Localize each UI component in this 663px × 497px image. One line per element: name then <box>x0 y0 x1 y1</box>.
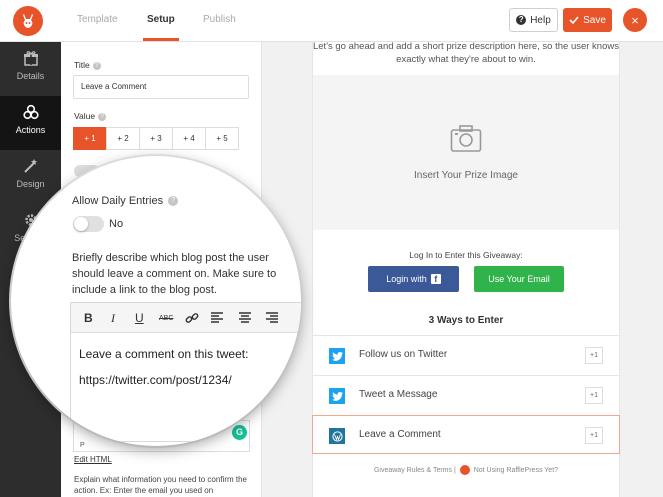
strikethrough-icon[interactable]: ABC <box>159 315 173 322</box>
value-option-5[interactable]: + 5 <box>205 127 239 150</box>
twitter-icon <box>329 388 345 404</box>
entry-points-badge: +1 <box>585 387 603 404</box>
edit-html-link[interactable]: Edit HTML <box>74 455 112 464</box>
ways-to-enter-title: 3 Ways to Enter <box>428 315 504 326</box>
underline-icon[interactable]: U <box>135 311 144 325</box>
help-button[interactable]: ? Help <box>509 8 558 32</box>
rafflepress-logo[interactable] <box>13 6 43 36</box>
gift-icon <box>23 51 38 66</box>
value-option-4[interactable]: + 4 <box>172 127 206 150</box>
align-right-icon[interactable] <box>266 312 278 323</box>
tab-template[interactable]: Template <box>77 14 118 25</box>
save-label: Save <box>583 14 606 26</box>
allow-daily-entries-text: Allow Daily Entries <box>72 195 164 207</box>
sidebar-item-label: Details <box>16 71 45 81</box>
explain-text: Explain what information you need to con… <box>74 475 247 495</box>
entry-item-selected[interactable]: Leave a Comment +1 <box>312 415 620 454</box>
facebook-icon: f <box>430 274 441 284</box>
entry-points-badge: +1 <box>585 347 603 364</box>
rafflepress-cta-link[interactable]: Not Using RafflePress Yet? <box>474 467 558 474</box>
title-label: Title? <box>74 60 101 70</box>
bold-icon[interactable]: B <box>84 311 93 325</box>
facebook-login-button[interactable]: Login with f <box>368 266 459 292</box>
prize-description: Let's go ahead and add a short prize des… <box>312 41 619 65</box>
rafflepress-small-logo <box>459 465 470 475</box>
prize-image-placeholder[interactable] <box>313 75 619 230</box>
link-icon[interactable] <box>185 311 199 325</box>
actions-icon <box>22 104 39 120</box>
instructions-text: Briefly describe which blog post the use… <box>72 252 277 296</box>
rules-link[interactable]: Giveaway Rules & Terms <box>374 467 452 474</box>
value-label-text: Value <box>74 111 96 121</box>
value-option-3[interactable]: + 3 <box>139 127 173 150</box>
tab-setup[interactable]: Setup <box>147 14 175 25</box>
wordpress-icon <box>329 428 345 444</box>
allow-daily-entries-toggle[interactable] <box>73 216 104 232</box>
rabbit-icon <box>23 14 33 28</box>
entry-points-badge: +1 <box>585 427 603 444</box>
entry-item[interactable]: Follow us on Twitter +1 <box>313 335 619 374</box>
tab-publish[interactable]: Publish <box>203 14 236 25</box>
sidebar-item-details[interactable]: Details <box>0 42 61 96</box>
editor-text-line-1: Leave a comment on this tweet: <box>79 347 249 361</box>
sidebar-item-label: Actions <box>15 125 46 135</box>
toggle-knob <box>74 217 88 231</box>
entry-label: Tweet a Message <box>359 389 438 400</box>
login-label: Log In to Enter this Giveaway: <box>409 250 523 260</box>
giveaway-footer: Giveaway Rules & Terms | Not Using Raffl… <box>313 465 619 475</box>
allow-daily-entries-label: Allow Daily Entries? <box>72 195 179 207</box>
magnifier-lens: Allow Daily Entries? No Briefly describe… <box>11 156 301 446</box>
close-button[interactable]: × <box>623 8 647 32</box>
help-icon[interactable]: ? <box>98 112 107 121</box>
entry-label: Leave a Comment <box>359 429 441 440</box>
app-root: Template Setup Publish ? Help Save × Det… <box>0 0 663 497</box>
active-tab-indicator <box>143 38 179 41</box>
entry-label: Follow us on Twitter <box>359 349 448 360</box>
email-login-button[interactable]: Use Your Email <box>474 266 564 292</box>
close-icon: × <box>631 12 639 28</box>
entry-item[interactable]: Tweet a Message +1 <box>313 375 619 414</box>
title-input[interactable]: Leave a Comment <box>73 75 249 99</box>
magnified-content: Allow Daily Entries? No Briefly describe… <box>11 156 301 446</box>
help-icon: ? <box>516 15 527 25</box>
value-option-2[interactable]: + 2 <box>106 127 140 150</box>
allow-daily-entries-value: No <box>109 218 124 230</box>
prize-image-label: Insert Your Prize Image <box>414 170 518 181</box>
editor-toolbar: B I U ABC <box>71 303 301 333</box>
italic-icon[interactable]: I <box>111 311 115 326</box>
help-icon[interactable]: ? <box>168 196 179 207</box>
value-option-1[interactable]: + 1 <box>73 127 107 150</box>
help-icon[interactable]: ? <box>92 61 101 70</box>
twitter-icon <box>329 348 345 364</box>
rich-text-editor[interactable]: B I U ABC Leave a comment on this tweet:… <box>70 302 301 442</box>
align-center-icon[interactable] <box>239 312 251 323</box>
save-button[interactable]: Save <box>563 8 612 32</box>
title-label-text: Title <box>74 60 90 70</box>
value-selector: + 1 + 2 + 3 + 4 + 5 <box>73 127 239 150</box>
facebook-login-label: Login with <box>386 274 427 284</box>
help-label: Help <box>530 14 551 26</box>
top-bar: Template Setup Publish ? Help Save × <box>0 0 663 42</box>
camera-icon <box>450 125 482 152</box>
sidebar-item-actions[interactable]: Actions <box>0 96 61 150</box>
editor-text-line-2: https://twitter.com/post/1234/ <box>79 373 232 387</box>
footer-separator: | <box>453 466 456 474</box>
align-left-icon[interactable] <box>211 312 223 323</box>
value-label: Value? <box>74 111 107 121</box>
check-icon <box>569 16 579 24</box>
